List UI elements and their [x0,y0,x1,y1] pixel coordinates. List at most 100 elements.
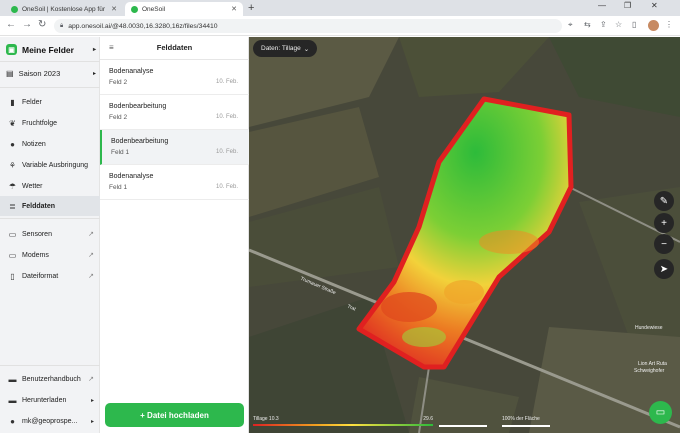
share-icon[interactable]: ⇪ [600,20,607,29]
season-selector[interactable]: ▤ Saison 2023 ▸ [6,69,96,78]
external-link-icon: ↗ [88,273,94,280]
file-list-item-selected[interactable]: Bodenbearbeitung Feld 1 10. Feb. [100,130,249,165]
address-bar[interactable]: 🔒︎ app.onesoil.ai/@48.0030,16.3280,16z/f… [54,19,562,33]
translate-icon[interactable]: ⇆ [584,20,591,29]
nav-item-label: Benutzerhandbuch [22,375,81,383]
browser-tab-bar: OneSoil | Kostenlose App für die ✕ OneSo… [0,0,680,16]
file-list-item[interactable]: Bodenanalyse Feld 2 10. Feb. [100,60,249,95]
nav-item-label: Variable Ausbringung [22,161,89,169]
tillage-legend: Tillage 10.3 29.6 [253,416,433,426]
file-date: 10. Feb. [215,149,238,155]
minimize-icon[interactable]: — [598,1,606,10]
file-icon: ▯ [10,271,15,281]
sensor-icon: ▭ [8,229,17,239]
nav-item-dateiformat[interactable]: ▯ Dateiformat ↗ [0,266,100,286]
brand-label: Meine Felder [22,44,74,55]
window-close-icon[interactable]: ✕ [651,1,658,10]
nav-item-felder[interactable]: ▮ Felder [0,92,100,112]
field-data-panel: ≡ Felddaten Bodenanalyse Feld 2 10. Feb.… [100,37,249,433]
file-list-item[interactable]: Bodenbearbeitung Feld 2 10. Feb. [100,95,249,130]
pin-icon: ● [10,139,15,149]
legend-max: 29.6 [423,416,433,422]
nav-item-label: Sensoren [22,230,52,238]
leaf-icon: ❦ [9,118,16,128]
file-list-item[interactable]: Bodenanalyse Feld 1 10. Feb. [100,165,249,200]
nav-item-label: Dateiformat [22,272,59,280]
nav-item-modems[interactable]: ▭ Modems ↗ [0,245,100,265]
file-date: 10. Feb. [215,79,238,85]
menu-dots-icon[interactable]: ⋮ [665,20,673,29]
heatmap-zone [444,280,484,304]
new-tab-icon[interactable]: + [248,2,254,14]
file-name: Bodenanalyse [109,68,154,75]
file-field: Feld 1 [111,149,130,156]
locate-button[interactable]: ➤ [654,259,674,279]
close-tab-icon[interactable]: ✕ [231,5,237,13]
nav-item-label: Modems [22,251,49,259]
tab-title: OneSoil | Kostenlose App für die [22,5,108,13]
legend-color-bar [502,425,550,427]
nav-item-herunterladen[interactable]: ▬ Herunterladen ▸ [0,390,100,410]
satellite-map [249,37,680,433]
legend-min: Tillage 10.3 [253,416,279,422]
nav-item-label: Notizen [22,140,46,148]
place-label: Lion Art Ruta [638,361,667,367]
file-field: Feld 2 [109,79,128,86]
nav-item-label: Felddaten [22,202,56,210]
tab-title: OneSoil [142,5,166,13]
nav-item-variable-ausbringung[interactable]: ⚘ Variable Ausbringung [0,155,100,175]
file-field: Feld 2 [109,114,128,121]
reload-icon[interactable]: ↻ [38,19,46,30]
nav-item-label: Fruchtfolge [22,119,58,127]
nav-item-account[interactable]: ● mk@geoprospe... ▸ [0,411,100,431]
back-icon[interactable]: ← [6,19,16,30]
nav-item-label: Herunterladen [22,396,67,404]
browser-tab-1[interactable]: OneSoil | Kostenlose App für die ✕ [5,2,123,16]
file-name: Bodenanalyse [109,173,154,180]
season-label: Saison 2023 [18,69,61,78]
external-link-icon: ↗ [88,252,94,259]
file-date: 10. Feb. [215,184,238,190]
onesoil-favicon [131,5,138,13]
nav-item-felddaten[interactable]: ≣ Felddaten [0,196,100,216]
file-name: Bodenbearbeitung [111,138,169,145]
nav-item-label: Felder [22,98,42,106]
database-icon: ≣ [9,201,16,211]
nav-item-sensoren[interactable]: ▭ Sensoren ↗ [0,224,100,244]
forward-icon[interactable]: → [22,19,32,30]
legend-color-bar [253,424,433,426]
zoom-out-button[interactable]: − [654,234,674,254]
bookmark-star-icon[interactable]: ☆ [615,20,622,29]
nav-item-notizen[interactable]: ● Notizen [0,134,100,154]
data-selector[interactable]: Daten: Tillage ⌄ [253,40,318,57]
umbrella-icon: ☂ [8,181,17,191]
chat-support-button[interactable]: ▭ [649,401,672,424]
nav-item-wetter[interactable]: ☂ Wetter [0,176,100,196]
lock-icon: 🔒︎ [60,22,64,29]
chat-icon: ▭ [655,407,666,418]
account-email: mk@geoprospe... [22,417,78,425]
chevron-right-icon: ▸ [92,71,96,77]
profile-avatar[interactable] [648,20,659,31]
browser-tab-2[interactable]: OneSoil ✕ [125,2,243,16]
chevron-right-icon: ▸ [90,418,94,425]
calendar-icon: ▤ [6,69,14,78]
map-view[interactable]: Daten: Tillage ⌄ ✎ + − ➤ Trumauer Straße… [249,37,680,433]
sidepanel-icon[interactable]: ▯ [632,20,636,29]
divider [0,218,100,219]
nav-item-fruchtfolge[interactable]: ❦ Fruchtfolge [0,113,100,133]
place-label: Schweighofer [634,368,665,374]
restore-icon[interactable]: ❐ [624,1,631,10]
download-icon: ▬ [8,395,17,405]
close-tab-icon[interactable]: ✕ [111,5,117,13]
upload-file-button[interactable]: + Datei hochladen [105,403,244,427]
url-text: app.onesoil.ai/@48.0030,16.3280,16z/file… [68,22,218,30]
zoom-in-button[interactable]: + [654,213,674,233]
nav-item-benutzerhandbuch[interactable]: ▬ Benutzerhandbuch ↗ [0,369,100,389]
divider [0,61,100,62]
user-icon: ● [10,416,15,426]
ruler-button[interactable]: ✎ [654,191,674,211]
location-icon[interactable]: ⌖ [568,20,573,30]
brand-switcher[interactable]: ▣ Meine Felder ▸ [6,44,96,55]
external-link-icon: ↗ [88,231,94,238]
